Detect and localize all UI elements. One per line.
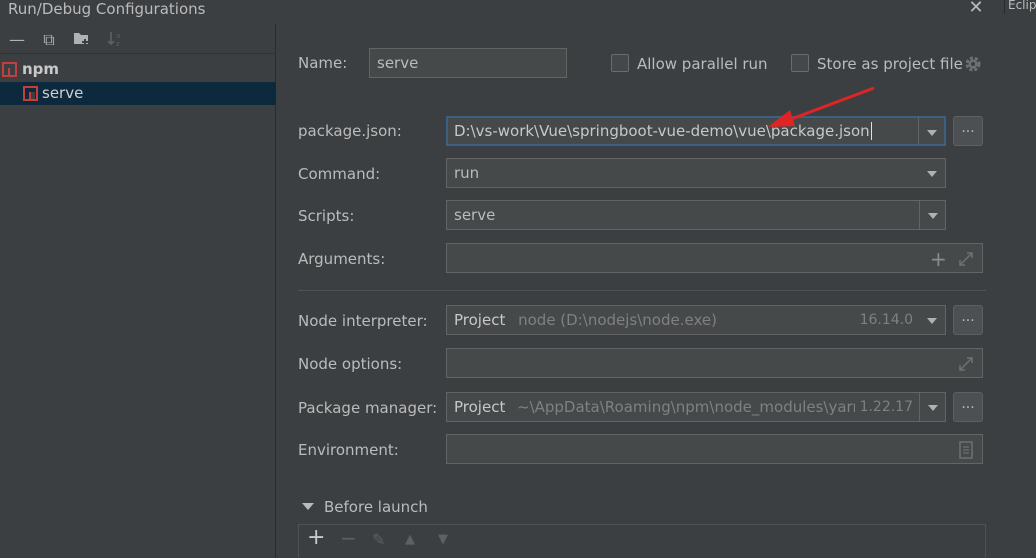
annotation-arrow — [768, 86, 875, 127]
